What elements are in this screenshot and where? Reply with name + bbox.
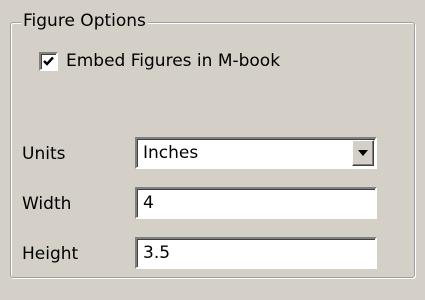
chevron-down-icon: [358, 150, 368, 156]
height-input-value: 3.5: [143, 243, 171, 263]
units-select[interactable]: Inches: [135, 137, 377, 169]
units-dropdown-button[interactable]: [352, 140, 374, 166]
embed-figures-label: Embed Figures in M-book: [66, 51, 281, 71]
height-label: Height: [22, 244, 79, 264]
units-select-value: Inches: [143, 143, 199, 163]
width-input-value: 4: [143, 193, 154, 213]
height-input[interactable]: 3.5: [135, 237, 377, 269]
embed-figures-checkbox[interactable]: [39, 51, 58, 71]
figure-options-title: Figure Options: [21, 9, 148, 33]
width-label: Width: [22, 194, 72, 214]
width-input[interactable]: 4: [135, 187, 377, 219]
units-label: Units: [22, 144, 66, 164]
checkmark-icon: [43, 56, 54, 66]
embed-figures-option[interactable]: Embed Figures in M-book: [39, 49, 280, 73]
